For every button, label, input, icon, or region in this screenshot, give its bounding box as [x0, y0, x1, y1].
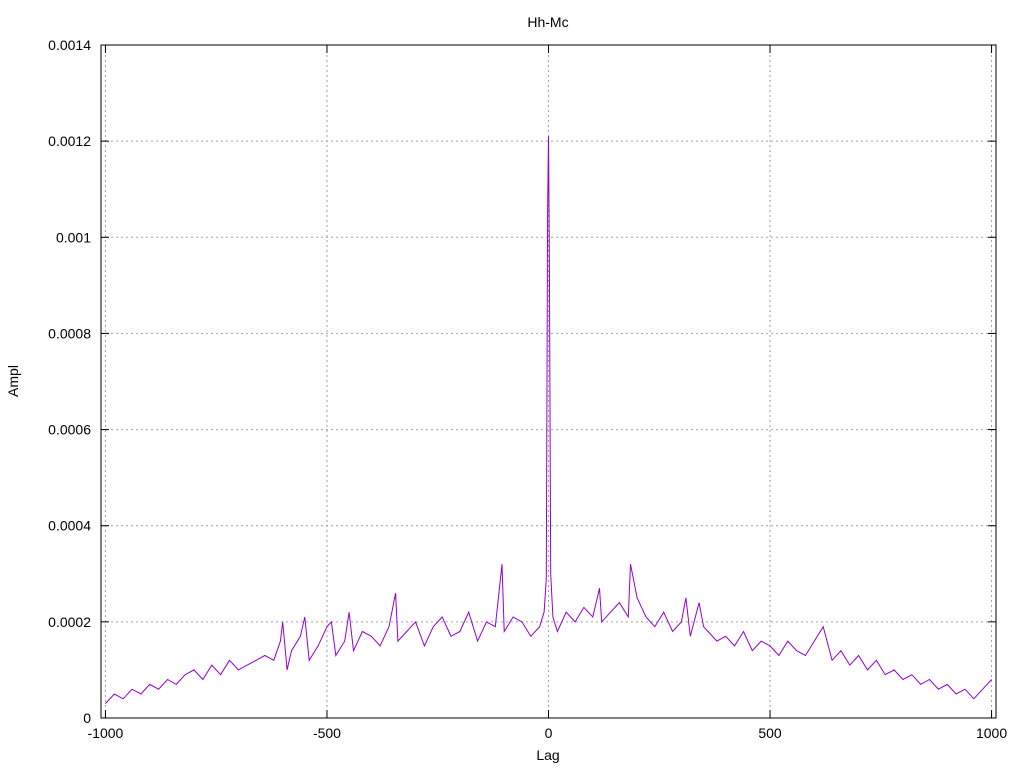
y-tick-label: 0.0014: [48, 37, 91, 53]
y-tick-labels: 0 0.0002 0.0004 0.0006 0.0008 0.001 0.0012 0.00…: [48, 37, 91, 726]
x-tick-label: 500: [758, 725, 782, 741]
x-tick-label: 0: [545, 725, 553, 741]
line-chart: Hh-Mc -1000 -500 0 500 1000 0 0.0002 0.0004 0.0…: [5, 14, 1008, 763]
y-tick-label: 0.0012: [48, 133, 91, 149]
x-tick-label: -1000: [88, 725, 124, 741]
y-tick-label: 0.0004: [48, 518, 91, 534]
x-axis-label: Lag: [536, 747, 559, 763]
x-tick-labels: -1000 -500 0 500 1000: [88, 725, 1008, 741]
chart-title: Hh-Mc: [527, 14, 568, 30]
y-tick-label: 0.0008: [48, 325, 91, 341]
x-tick-label: -500: [313, 725, 341, 741]
y-tick-label: 0: [83, 710, 91, 726]
y-tick-label: 0.0006: [48, 422, 91, 438]
y-axis-label: Ampl: [5, 365, 21, 397]
y-tick-label: 0.001: [56, 229, 91, 245]
y-tick-label: 0.0002: [48, 614, 91, 630]
x-tick-label: 1000: [976, 725, 1007, 741]
